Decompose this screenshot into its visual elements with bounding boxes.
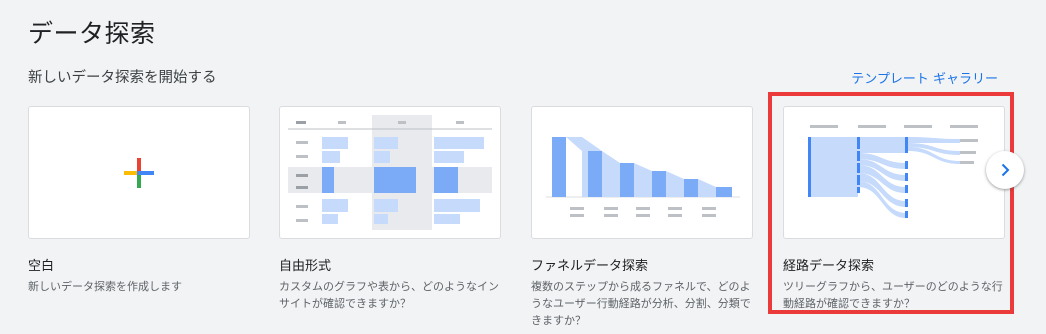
freeform-table-illustration xyxy=(288,115,492,230)
card-blank-description: 新しいデータ探索を作成します xyxy=(28,280,182,293)
path-tree-illustration xyxy=(808,125,978,218)
card-path-description: ツリーグラフから、ユーザーのどのような行動経路が確認できますか？ xyxy=(783,280,1003,310)
card-freeform[interactable]: 自由形式 カスタムのグラフや表から、どのようなインサイトが確認できますか？ xyxy=(279,106,501,312)
section-title: 新しいデータ探索を開始する xyxy=(28,70,217,86)
card-path-thumbnail[interactable] xyxy=(783,106,1005,239)
card-path-title[interactable]: 経路データ探索 xyxy=(783,255,1005,274)
carousel-next-button[interactable] xyxy=(986,151,1024,189)
card-freeform-thumbnail[interactable] xyxy=(279,106,501,239)
card-funnel-title[interactable]: ファネルデータ探索 xyxy=(531,255,753,274)
card-path[interactable]: 経路データ探索 ツリーグラフから、ユーザーのどのような行動経路が確認できますか？ xyxy=(783,106,1005,312)
card-freeform-description: カスタムのグラフや表から、どのようなインサイトが確認できますか？ xyxy=(279,280,499,310)
card-blank[interactable]: 空白 新しいデータ探索を作成します xyxy=(28,106,250,295)
template-gallery-link[interactable]: テンプレート ギャラリー xyxy=(851,68,998,87)
funnel-chart-illustration xyxy=(546,137,740,217)
card-funnel-thumbnail[interactable] xyxy=(531,106,753,239)
card-blank-title[interactable]: 空白 xyxy=(28,255,250,274)
page-title: データ探索 xyxy=(28,19,156,48)
card-funnel-description: 複数のステップから成るファネルで、どのようなユーザー行動経路が分析、分割、分類で… xyxy=(531,280,751,327)
plus-icon xyxy=(124,158,154,188)
card-freeform-title[interactable]: 自由形式 xyxy=(279,255,501,274)
chevron-right-icon xyxy=(1001,163,1010,177)
card-funnel[interactable]: ファネルデータ探索 複数のステップから成るファネルで、どのようなユーザー行動経路… xyxy=(531,106,753,329)
card-blank-thumbnail[interactable] xyxy=(28,106,250,239)
